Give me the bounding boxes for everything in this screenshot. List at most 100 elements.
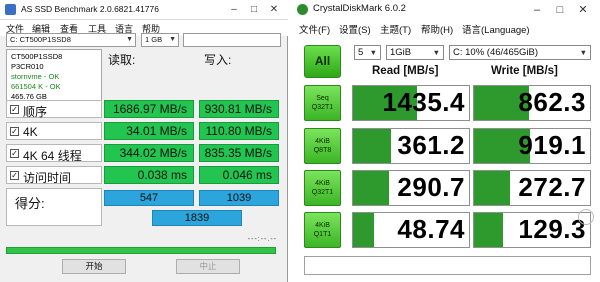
seq-q32t1-read: 1435.4: [352, 85, 470, 121]
extra-field[interactable]: [183, 33, 281, 47]
test-size-select[interactable]: 1GiB ▼: [386, 45, 444, 60]
drive-driver-status: stornvme - OK: [11, 72, 60, 81]
row-label-line2: Q32T1: [311, 189, 334, 196]
minimize-icon[interactable]: –: [528, 2, 546, 18]
row-4k-label: ✓ 4K: [6, 122, 102, 140]
4k-q1t1-button[interactable]: 4KiB Q1T1: [304, 212, 341, 248]
close-icon[interactable]: ✕: [266, 2, 282, 18]
4k-write-value: 110.80 MB/s: [199, 122, 279, 140]
row-4k64-label: ✓ 4K 64 线程: [6, 144, 102, 163]
crystaldiskmark-window: CrystalDiskMark 6.0.2 – □ ✕ 文件(F) 设置(S) …: [291, 0, 600, 282]
as-ssd-titlebar: AS SSD Benchmark 2.0.6821.41776 – □ ✕: [0, 0, 288, 20]
4k-q32t1-read: 290.7: [352, 170, 470, 206]
comment-field[interactable]: [304, 256, 591, 275]
read-value: 361.2: [397, 130, 465, 160]
close-icon[interactable]: ✕: [574, 2, 592, 18]
4k-read-value: 34.01 MB/s: [104, 122, 194, 140]
row-label-line2: Q8T8: [313, 147, 332, 154]
row-label-line1: 4KiB: [315, 222, 330, 229]
read-value: 290.7: [397, 172, 465, 202]
write-bar: [474, 213, 503, 247]
maximize-icon[interactable]: □: [246, 2, 262, 18]
4k-q1t1-write: 129.3: [473, 212, 591, 248]
stop-button[interactable]: 中止: [176, 259, 240, 274]
maximize-icon[interactable]: □: [551, 2, 569, 18]
4k-q8t8-button[interactable]: 4KiB Q8T8: [304, 128, 341, 164]
menu-settings[interactable]: 设置(S): [339, 22, 371, 36]
menu-theme[interactable]: 主题(T): [380, 22, 411, 36]
write-header: 写入:: [204, 53, 232, 67]
drive-select[interactable]: C: CT500P1SSD8 ▼: [6, 33, 136, 47]
test-size-value: 1GiB: [390, 47, 412, 58]
drive-alignment-status: 661504 K - OK: [11, 82, 61, 91]
seq-q32t1-button[interactable]: Seq Q32T1: [304, 85, 341, 121]
4k-q8t8-read: 361.2: [352, 128, 470, 164]
4k64-write-value: 835.35 MB/s: [199, 144, 279, 162]
cdm-title: CrystalDiskMark 6.0.2: [313, 3, 406, 14]
row-label-line1: 4KiB: [315, 138, 330, 145]
read-value: 48.74: [397, 214, 465, 244]
runs-value: 5: [358, 47, 364, 58]
chevron-down-icon: ▼: [126, 36, 133, 43]
chevron-down-icon: ▼: [169, 36, 176, 43]
read-value: 1435.4: [382, 87, 465, 117]
4k-checkbox[interactable]: ✓: [10, 127, 19, 136]
4k64-checkbox[interactable]: ✓: [10, 149, 19, 158]
write-bar: [474, 171, 510, 205]
row-seq-text: 顺序: [23, 105, 48, 119]
write-value: 919.1: [518, 130, 586, 160]
drive-select-value: C: CT500P1SSD8: [10, 35, 71, 44]
4k-q32t1-write: 272.7: [473, 170, 591, 206]
as-ssd-title: AS SSD Benchmark 2.0.6821.41776: [21, 4, 159, 14]
menu-file[interactable]: 文件(F): [299, 22, 330, 36]
access-read-value: 0.038 ms: [104, 166, 194, 184]
access-checkbox[interactable]: ✓: [10, 171, 19, 180]
size-select[interactable]: 1 GB ▼: [141, 33, 179, 47]
seq-q32t1-write: 862.3: [473, 85, 591, 121]
write-value: 862.3: [518, 87, 586, 117]
score-label-box: 得分:: [6, 188, 102, 226]
row-4k64-text: 4K 64 线程: [23, 149, 82, 163]
4k-q1t1-read: 48.74: [352, 212, 470, 248]
drive-select[interactable]: C: 10% (46/465GiB) ▼: [449, 45, 591, 60]
elapsed-time: ---:--.--: [247, 236, 277, 243]
write-header: Write [MB/s]: [491, 65, 558, 77]
4k-q32t1-button[interactable]: 4KiB Q32T1: [304, 170, 341, 206]
menu-help[interactable]: 帮助(H): [421, 22, 453, 36]
progress-bar: [6, 247, 276, 254]
seq-write-value: 930.81 MB/s: [199, 100, 279, 118]
write-value: 129.3: [518, 214, 586, 244]
row-label-line2: Q1T1: [313, 231, 332, 238]
write-value: 272.7: [518, 172, 586, 202]
runs-select[interactable]: 5 ▼: [354, 45, 381, 60]
as-ssd-window: AS SSD Benchmark 2.0.6821.41776 – □ ✕ 文件…: [0, 0, 288, 282]
row-4k-text: 4K: [23, 125, 38, 139]
all-button[interactable]: All: [304, 45, 341, 78]
row-label-line1: 4KiB: [315, 180, 330, 187]
as-ssd-app-icon: [5, 4, 16, 15]
seq-checkbox[interactable]: ✓: [10, 105, 19, 114]
chevron-down-icon: ▼: [579, 48, 587, 57]
read-bar: [353, 213, 374, 247]
menu-language[interactable]: 语言(Language): [462, 22, 530, 36]
cdm-menubar: 文件(F) 设置(S) 主题(T) 帮助(H) 语言(Language): [291, 20, 600, 37]
score-total: 1839: [152, 210, 242, 226]
read-header: Read [MB/s]: [372, 65, 439, 77]
score-write: 1039: [199, 190, 279, 206]
score-read: 547: [104, 190, 194, 206]
chevron-down-icon: ▼: [432, 48, 440, 57]
row-access-text: 访问时间: [23, 171, 72, 185]
drive-info-panel: CT500P1SSD8 P3CR010 stornvme - OK 661504…: [6, 49, 102, 102]
minimize-icon[interactable]: –: [226, 2, 242, 18]
start-button[interactable]: 开始: [62, 259, 126, 274]
watermark-icon: [578, 209, 594, 225]
4k-q8t8-write: 919.1: [473, 128, 591, 164]
size-select-value: 1 GB: [145, 35, 163, 44]
score-label: 得分:: [15, 196, 45, 211]
drive-firmware: P3CR010: [11, 62, 44, 71]
4k64-read-value: 344.02 MB/s: [104, 144, 194, 162]
row-access-label: ✓ 访问时间: [6, 166, 102, 185]
row-seq-label: ✓ 顺序: [6, 100, 102, 119]
row-label-line1: Seq: [316, 95, 329, 102]
cdm-app-icon: [297, 4, 308, 15]
